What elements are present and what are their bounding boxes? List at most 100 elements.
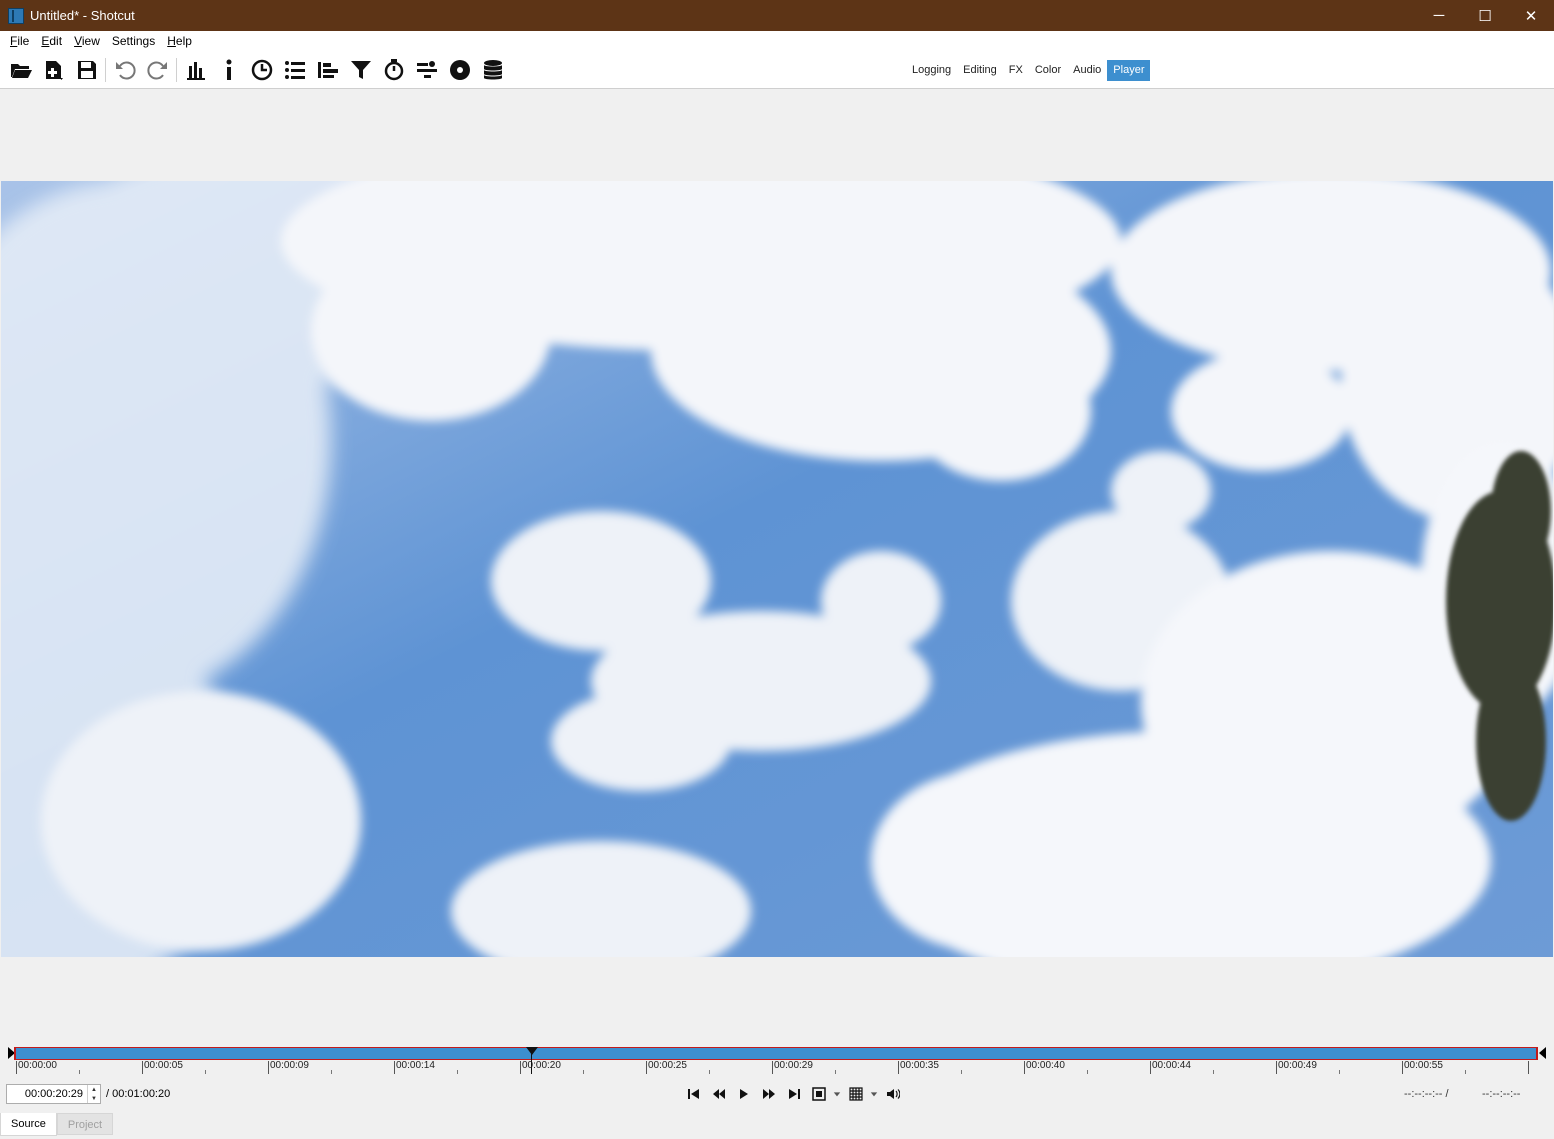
skip-to-start-button[interactable]: [681, 1083, 706, 1105]
properties-button[interactable]: [212, 54, 245, 86]
tab-project[interactable]: Project: [56, 1113, 114, 1135]
zoom-dropdown[interactable]: [831, 1083, 843, 1105]
minimize-button[interactable]: ─: [1416, 0, 1462, 31]
ruler-label: 00:00:35: [900, 1060, 939, 1071]
ruler-minor-tick: [1339, 1070, 1340, 1074]
jobs-button[interactable]: [476, 54, 509, 86]
ruler-label: 00:00:05: [144, 1060, 183, 1071]
open-folder-icon: [10, 64, 32, 78]
player-area: [1, 90, 1553, 1040]
timecode-input[interactable]: [7, 1088, 87, 1100]
filters-icon: [350, 61, 371, 79]
toolbar-separator: [105, 58, 106, 82]
layout-switcher: Logging Editing FX Color Audio Player: [906, 60, 1151, 81]
layout-audio-button[interactable]: Audio: [1067, 60, 1107, 81]
close-button[interactable]: ✕: [1508, 0, 1554, 31]
open-other-icon: [45, 61, 63, 80]
layout-color-button[interactable]: Color: [1029, 60, 1067, 81]
scrubber-end-marker: [1539, 1047, 1546, 1059]
rewind-icon: [712, 1089, 725, 1099]
timecode-spinbox[interactable]: ▲ ▼: [6, 1084, 101, 1104]
scrubber-bar[interactable]: [16, 1047, 1538, 1060]
save-icon: [77, 61, 96, 79]
playlist-icon: [284, 61, 305, 79]
ruler-label: 00:00:20: [522, 1060, 561, 1071]
playhead[interactable]: [525, 1047, 538, 1055]
title-bar: Untitled* - Shotcut ─ ☐ ✕: [0, 0, 1554, 31]
layout-player-button[interactable]: Player: [1107, 60, 1151, 81]
fast-forward-button[interactable]: [756, 1083, 781, 1105]
grid-dropdown[interactable]: [868, 1083, 880, 1105]
save-button[interactable]: [70, 54, 103, 86]
undo-button[interactable]: [108, 54, 141, 86]
zoom-icon: [811, 1087, 826, 1101]
maximize-button[interactable]: ☐: [1462, 0, 1508, 31]
out-point-marker[interactable]: [1536, 1047, 1538, 1060]
ruler-label: 00:00:40: [1026, 1060, 1065, 1071]
grid-button[interactable]: [843, 1083, 868, 1105]
timeline-button[interactable]: [311, 54, 344, 86]
ruler-label: 00:00:09: [270, 1060, 309, 1071]
history-icon: [416, 61, 437, 78]
ruler-label: 00:00:49: [1278, 1060, 1317, 1071]
in-point-marker[interactable]: [14, 1047, 16, 1060]
rewind-button[interactable]: [706, 1083, 731, 1105]
chevron-down-icon: [870, 1092, 878, 1097]
peak-meter-button[interactable]: [179, 54, 212, 86]
recent-button[interactable]: [245, 54, 278, 86]
open-other-button[interactable]: [37, 54, 70, 86]
ruler-minor-tick: [79, 1070, 80, 1074]
playback-controls: [681, 1083, 905, 1105]
menu-edit[interactable]: Edit: [35, 34, 68, 48]
filters-button[interactable]: [344, 54, 377, 86]
skip-to-end-icon: [788, 1089, 800, 1099]
ruler-minor-tick: [709, 1070, 710, 1074]
keyframes-button[interactable]: [377, 54, 410, 86]
spin-up-icon[interactable]: ▲: [88, 1085, 100, 1094]
player-tabs: Source Project: [0, 1113, 114, 1136]
total-duration: / 00:01:00:20: [106, 1088, 171, 1100]
out-point-display: --:--:--:--: [1482, 1088, 1521, 1100]
ruler-label: 00:00:44: [1152, 1060, 1191, 1071]
ruler-label: 00:00:14: [396, 1060, 435, 1071]
scrubber[interactable]: 00:00:00 00:00:05 00:00:09 00:00:14 00:0…: [8, 1045, 1546, 1075]
tab-source[interactable]: Source: [0, 1113, 57, 1136]
jobs-icon: [483, 60, 502, 80]
video-preview[interactable]: [1, 181, 1553, 957]
export-button[interactable]: [443, 54, 476, 86]
layout-logging-button[interactable]: Logging: [906, 60, 957, 81]
fast-forward-icon: [762, 1089, 775, 1099]
ruler-label: 00:00:55: [1404, 1060, 1443, 1071]
grid-icon: [848, 1087, 863, 1101]
recent-icon: [251, 59, 272, 81]
window-controls: ─ ☐ ✕: [1416, 0, 1554, 31]
menu-bar: File Edit View Settings Help: [0, 31, 1554, 51]
chevron-down-icon: [833, 1092, 841, 1097]
scrubber-ruler: 00:00:00 00:00:05 00:00:09 00:00:14 00:0…: [16, 1060, 1538, 1075]
ruler-minor-tick: [205, 1070, 206, 1074]
menu-settings[interactable]: Settings: [106, 34, 161, 48]
timecode-spinner[interactable]: ▲ ▼: [87, 1085, 100, 1103]
spin-down-icon[interactable]: ▼: [88, 1094, 100, 1103]
playlist-button[interactable]: [278, 54, 311, 86]
menu-file[interactable]: File: [4, 34, 35, 48]
layout-editing-button[interactable]: Editing: [957, 60, 1003, 81]
zoom-button[interactable]: [806, 1083, 831, 1105]
volume-button[interactable]: [880, 1083, 905, 1105]
menu-view[interactable]: View: [68, 34, 106, 48]
in-point-display: --:--:--:-- /: [1404, 1088, 1449, 1100]
layout-fx-button[interactable]: FX: [1003, 60, 1029, 81]
shotcut-logo-icon: [8, 7, 24, 24]
ruler-minor-tick: [457, 1070, 458, 1074]
skip-to-end-button[interactable]: [781, 1083, 806, 1105]
ruler-label: 00:00:25: [648, 1060, 687, 1071]
redo-icon: [146, 61, 167, 80]
play-icon: [739, 1089, 748, 1099]
history-button[interactable]: [410, 54, 443, 86]
redo-button[interactable]: [141, 54, 174, 86]
ruler-label: 00:00:29: [774, 1060, 813, 1071]
menu-help[interactable]: Help: [161, 34, 198, 48]
open-file-button[interactable]: [4, 54, 37, 86]
play-button[interactable]: [731, 1083, 756, 1105]
ruler-minor-tick: [1087, 1070, 1088, 1074]
